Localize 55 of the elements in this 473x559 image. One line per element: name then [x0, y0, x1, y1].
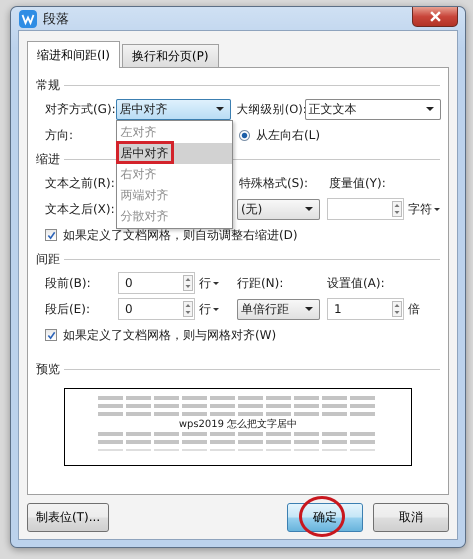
- checkbox[interactable]: [45, 329, 57, 341]
- spinner-icon: [183, 275, 193, 291]
- caret-icon: [213, 308, 219, 310]
- caret-icon: [426, 107, 434, 111]
- caret-icon: [434, 208, 440, 210]
- field-label: 设置值(A):: [327, 274, 385, 292]
- caret-icon: [305, 307, 313, 311]
- checkbox-label: 如果定义了文档网格，则与网格对齐(W): [63, 326, 276, 344]
- spinner-icon: [392, 301, 402, 317]
- field-label: 文本之后(X):: [45, 200, 116, 218]
- spinner-icon: [392, 201, 402, 217]
- outline-dropdown[interactable]: 正文文本: [304, 98, 441, 120]
- radio-button[interactable]: [239, 130, 250, 140]
- spacing-field[interactable]: 0: [118, 272, 195, 294]
- caret-icon: [305, 207, 313, 211]
- radio-label: 从左向右(L): [256, 126, 320, 144]
- preview-sample-text: wps2019 怎么把文字居中: [178, 419, 298, 431]
- close-icon: [430, 11, 440, 22]
- tab[interactable]: 缩进和间距(I): [27, 41, 120, 68]
- section-heading: 缩进: [36, 150, 60, 168]
- line-spacing-dropdown[interactable]: 单倍行距: [237, 298, 320, 320]
- unit-dropdown[interactable]: 行: [199, 300, 237, 318]
- field-label: 特殊格式(S):: [239, 174, 310, 192]
- tab[interactable]: 换行和分页(P): [122, 44, 219, 67]
- field-label: 文本之前(R):: [45, 174, 116, 192]
- field-label: 段前(B):: [45, 274, 92, 292]
- section-heading: 间距: [36, 250, 60, 268]
- special-format-dropdown[interactable]: (无): [237, 198, 320, 220]
- window-title: 段落: [43, 10, 69, 28]
- dialog-button[interactable]: 取消: [373, 502, 449, 532]
- unit-dropdown[interactable]: 行: [199, 274, 237, 292]
- spacing-field[interactable]: 0: [118, 298, 195, 320]
- measure-field[interactable]: [327, 198, 404, 220]
- close-button[interactable]: [412, 7, 458, 27]
- alignment-dropdown[interactable]: 居中对齐: [116, 98, 231, 120]
- setting-field[interactable]: 1: [327, 298, 404, 320]
- app-logo-icon: [19, 10, 37, 28]
- unit-label: 倍: [408, 300, 420, 318]
- field-label: 行距(N):: [237, 274, 284, 292]
- field-label: 度量值(Y):: [329, 174, 386, 192]
- dialog-button[interactable]: 确定: [287, 502, 363, 532]
- field-label: 段后(E):: [45, 300, 91, 318]
- checkbox-label: 如果定义了文档网格，则自动调整右缩进(D): [63, 226, 298, 244]
- spinner-icon: [183, 301, 193, 317]
- dropdown-option[interactable]: 居中对齐: [116, 142, 232, 164]
- field-label: 方向:: [45, 126, 74, 144]
- checkbox[interactable]: [45, 229, 57, 241]
- caret-icon: [213, 282, 219, 284]
- dialog-button[interactable]: 制表位(T)...: [27, 502, 110, 532]
- field-label: 大纲级别(O):: [236, 102, 305, 116]
- section-heading: 预览: [36, 360, 60, 378]
- unit-dropdown[interactable]: 字符: [408, 200, 440, 218]
- section-heading: 常规: [36, 76, 60, 94]
- field-label: 对齐方式(G):: [45, 100, 116, 118]
- caret-icon: [216, 107, 224, 111]
